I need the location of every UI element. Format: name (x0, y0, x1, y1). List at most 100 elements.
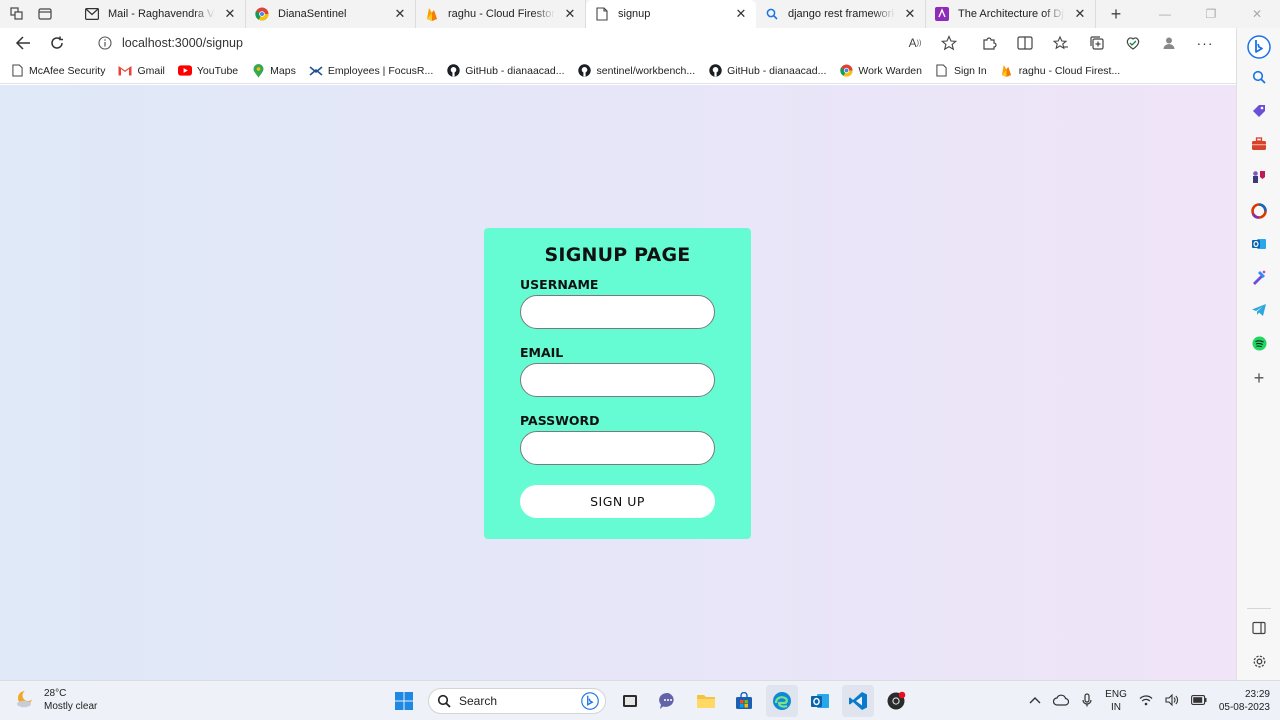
bookmark-maps[interactable]: Maps (251, 63, 296, 78)
favorites-icon[interactable] (1052, 34, 1070, 52)
taskbar-apps: Search (388, 685, 912, 717)
password-input[interactable] (520, 431, 715, 465)
telegram-icon[interactable] (1250, 301, 1268, 319)
bing-copilot-icon[interactable] (1246, 34, 1272, 60)
favorite-star-icon[interactable] (940, 34, 958, 52)
close-window-button[interactable]: ✕ (1234, 0, 1280, 28)
close-icon[interactable]: ✕ (1073, 7, 1087, 21)
outlook-app-button[interactable] (804, 685, 836, 717)
volume-icon[interactable] (1165, 693, 1179, 709)
firebase-icon (424, 6, 440, 22)
bookmark-focusr[interactable]: Employees | FocusR... (309, 64, 433, 78)
bookmark-label: Sign In (953, 64, 987, 77)
tab-django-architecture[interactable]: The Architecture of Django ✕ (926, 0, 1096, 28)
battery-icon[interactable] (1190, 694, 1207, 708)
page-viewport: SIGNUP PAGE USERNAME EMAIL PASSWORD SIGN… (0, 85, 1236, 680)
new-tab-button[interactable]: + (1102, 0, 1130, 28)
site-icon (934, 6, 950, 22)
workspaces-icon[interactable] (8, 5, 26, 23)
shopping-tag-icon[interactable] (1250, 102, 1268, 120)
close-icon[interactable]: ✕ (393, 7, 407, 21)
window-controls: — ❐ ✕ (1142, 0, 1280, 28)
search-icon (437, 694, 451, 708)
vscode-icon (849, 692, 867, 710)
hide-sidebar-icon[interactable] (1250, 619, 1268, 637)
close-icon[interactable]: ✕ (223, 7, 237, 21)
bookmark-label: McAfee Security (29, 64, 106, 77)
microphone-icon[interactable] (1081, 692, 1093, 710)
back-button[interactable] (8, 28, 38, 58)
split-screen-icon[interactable] (1016, 34, 1034, 52)
tab-firestore[interactable]: raghu - Cloud Firestore - Firebase ✕ (416, 0, 586, 28)
tab-django-search[interactable]: django rest framework architecture ✕ (756, 0, 926, 28)
file-explorer-button[interactable] (690, 685, 722, 717)
username-input[interactable] (520, 295, 715, 329)
bookmark-sign-in[interactable]: Sign In (935, 64, 987, 78)
bookmark-label: Employees | FocusR... (327, 64, 434, 77)
tab-actions-icon[interactable] (36, 5, 54, 23)
tab-title: django rest framework architecture (788, 8, 895, 20)
bookmark-youtube[interactable]: YouTube (177, 64, 238, 78)
tools-briefcase-icon[interactable] (1250, 135, 1268, 153)
close-icon[interactable]: ✕ (734, 7, 748, 21)
bookmark-github-1[interactable]: GitHub - dianaacad... (446, 64, 565, 78)
bookmark-work-warden[interactable]: Work Warden (839, 64, 922, 78)
browser-essentials-icon[interactable] (1124, 34, 1142, 52)
omnibox-actions: A)) (906, 34, 958, 52)
tab-signup[interactable]: signup ✕ (586, 0, 756, 28)
tab-strip: Mail - Raghavendra Vattikuti ✕ DianaSent… (0, 0, 1280, 28)
teams-chat-button[interactable] (652, 685, 684, 717)
bookmark-firestore[interactable]: raghu - Cloud Firest... (1000, 64, 1120, 78)
weather-widget[interactable]: 28°C Mostly clear (14, 687, 97, 713)
outlook-icon[interactable] (1250, 235, 1268, 253)
settings-gear-icon[interactable] (1250, 652, 1268, 670)
vscode-button[interactable] (842, 685, 874, 717)
tab-mail[interactable]: Mail - Raghavendra Vattikuti ✕ (76, 0, 246, 28)
close-icon[interactable]: ✕ (903, 7, 917, 21)
microsoft-store-button[interactable] (728, 685, 760, 717)
github-icon (708, 64, 722, 78)
taskbar-search[interactable]: Search (428, 688, 606, 714)
games-icon[interactable] (1250, 168, 1268, 186)
page-icon (594, 6, 610, 22)
spotify-icon[interactable] (1250, 334, 1268, 352)
bookmark-gmail[interactable]: Gmail (118, 64, 165, 78)
refresh-button[interactable] (42, 28, 72, 58)
edge-button[interactable] (766, 685, 798, 717)
extensions-icon[interactable] (980, 34, 998, 52)
language-indicator[interactable]: ENG IN (1105, 688, 1127, 714)
tab-dianasentinel[interactable]: DianaSentinel ✕ (246, 0, 416, 28)
signup-button[interactable]: SIGN UP (520, 485, 715, 518)
bing-icon (581, 692, 599, 710)
maximize-button[interactable]: ❐ (1188, 0, 1234, 28)
read-aloud-icon[interactable]: A)) (906, 34, 924, 52)
info-icon[interactable] (98, 36, 112, 50)
email-input[interactable] (520, 363, 715, 397)
omnibox[interactable]: localhost:3000/signup A)) (86, 31, 966, 55)
bookmark-mcafee[interactable]: McAfee Security (10, 64, 105, 78)
url-text[interactable]: localhost:3000/signup (122, 36, 243, 50)
minimize-button[interactable]: — (1142, 0, 1188, 28)
add-sidebar-app-icon[interactable]: + (1250, 368, 1268, 388)
close-icon[interactable]: ✕ (563, 7, 577, 21)
chevron-up-icon[interactable] (1029, 696, 1041, 707)
bookmark-github-3[interactable]: GitHub - dianaacad... (708, 64, 826, 78)
collections-icon[interactable] (1088, 34, 1106, 52)
chrome-app-button[interactable] (880, 685, 912, 717)
page-title: SIGNUP PAGE (544, 244, 691, 266)
more-menu-icon[interactable]: ··· (1196, 34, 1214, 52)
tab-title: DianaSentinel (278, 8, 347, 20)
clock[interactable]: 23:29 05-08-2023 (1219, 688, 1270, 714)
cloud-sync-icon[interactable] (1053, 694, 1070, 709)
microsoft-365-icon[interactable] (1250, 202, 1268, 220)
bookmark-github-2[interactable]: sentinel/workbench... (578, 64, 695, 78)
chrome-dark-icon (887, 691, 906, 710)
wifi-icon[interactable] (1139, 694, 1153, 709)
chrome-icon (839, 64, 853, 78)
github-icon (446, 64, 460, 78)
profile-icon[interactable] (1160, 34, 1178, 52)
designer-icon[interactable] (1250, 268, 1268, 286)
search-icon[interactable] (1250, 68, 1268, 86)
start-button[interactable] (388, 685, 420, 717)
task-view-button[interactable] (614, 685, 646, 717)
